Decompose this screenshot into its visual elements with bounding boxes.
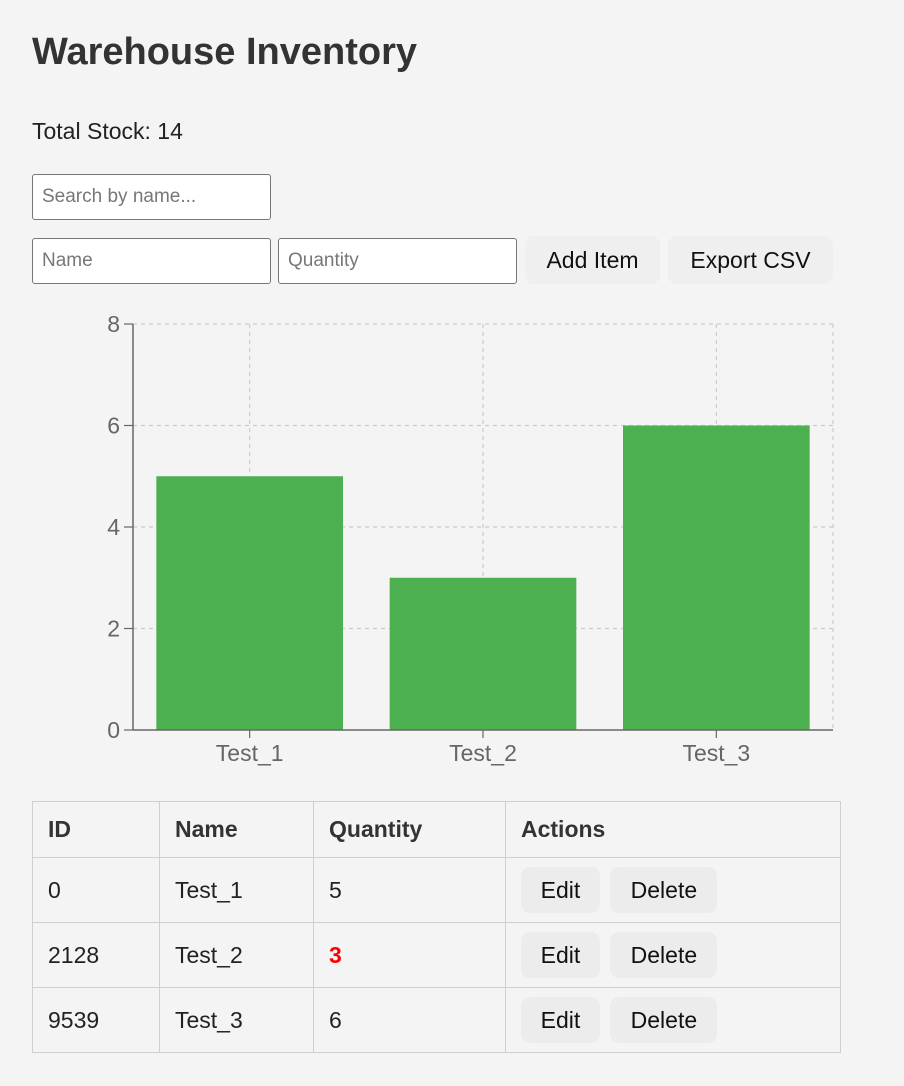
x-tick-label: Test_3 <box>682 740 750 766</box>
cell-quantity: 5 <box>313 857 506 923</box>
y-tick-label: 4 <box>107 514 120 540</box>
delete-button[interactable]: Delete <box>610 867 718 913</box>
cell-actions: Edit Delete <box>505 857 841 923</box>
y-tick-label: 8 <box>107 311 120 337</box>
table-row: 9539 Test_3 6 Edit Delete <box>32 987 841 1053</box>
edit-button[interactable]: Edit <box>521 932 600 978</box>
cell-id: 9539 <box>32 987 160 1053</box>
cell-quantity: 6 <box>313 987 506 1053</box>
table-row: 0 Test_1 5 Edit Delete <box>32 857 841 923</box>
y-tick-label: 2 <box>107 616 120 642</box>
header-id: ID <box>32 801 160 858</box>
cell-quantity-low-stock: 3 <box>313 922 506 988</box>
cell-actions: Edit Delete <box>505 922 841 988</box>
search-input[interactable] <box>32 174 271 220</box>
header-name: Name <box>159 801 314 858</box>
bar-test_2 <box>389 577 577 730</box>
x-tick-label: Test_2 <box>449 740 517 766</box>
cell-id: 2128 <box>32 922 160 988</box>
edit-button[interactable]: Edit <box>521 997 600 1043</box>
export-csv-button[interactable]: Export CSV <box>668 236 833 284</box>
cell-name: Test_2 <box>159 922 314 988</box>
name-field[interactable] <box>32 238 271 284</box>
delete-button[interactable]: Delete <box>610 997 718 1043</box>
cell-name: Test_1 <box>159 857 314 923</box>
edit-button[interactable]: Edit <box>521 867 600 913</box>
page-title: Warehouse Inventory <box>32 31 418 73</box>
cell-actions: Edit Delete <box>505 987 841 1053</box>
cell-name: Test_3 <box>159 987 314 1053</box>
delete-button[interactable]: Delete <box>610 932 718 978</box>
inventory-page: Warehouse Inventory Total Stock: 14 Add … <box>0 0 904 1086</box>
header-quantity: Quantity <box>313 801 506 858</box>
table-header-row: ID Name Quantity Actions <box>32 801 841 858</box>
inventory-bar-chart: 0 2 4 6 8 Test_1 Test_2 Test_3 <box>107 311 834 766</box>
table-row: 2128 Test_2 3 Edit Delete <box>32 922 841 988</box>
y-tick-label: 0 <box>107 717 120 743</box>
total-stock: Total Stock: 14 <box>32 118 183 144</box>
quantity-field[interactable] <box>278 238 517 284</box>
inventory-table: ID Name Quantity Actions 0 Test_1 5 Edit… <box>32 801 841 1053</box>
y-tick-label: 6 <box>107 413 120 439</box>
bar-test_3 <box>623 425 810 730</box>
add-item-button[interactable]: Add Item <box>525 236 660 284</box>
cell-id: 0 <box>32 857 160 923</box>
bar-test_1 <box>156 476 343 730</box>
header-actions: Actions <box>505 801 841 858</box>
x-tick-label: Test_1 <box>216 740 284 766</box>
